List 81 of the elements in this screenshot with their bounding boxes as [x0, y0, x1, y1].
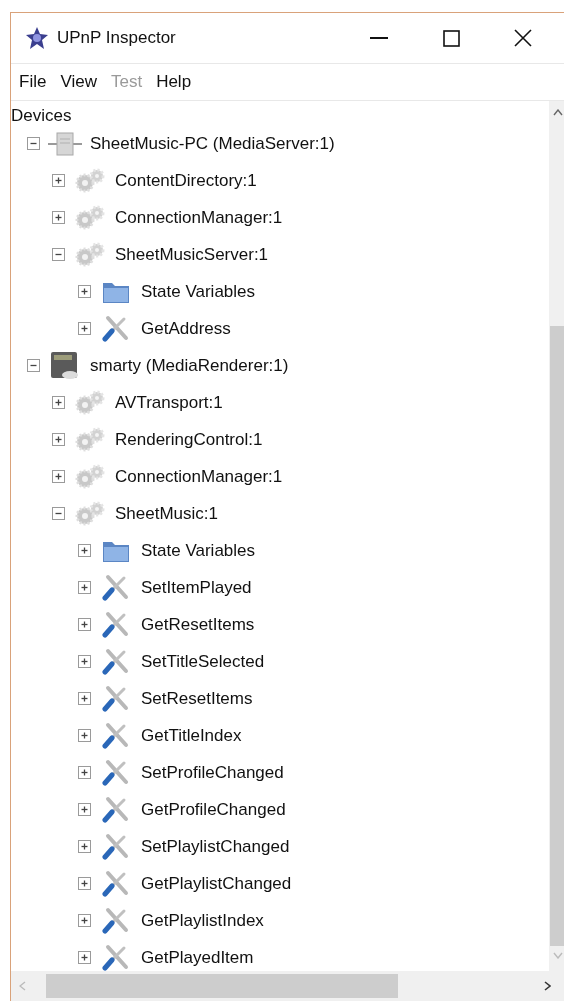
gears-icon — [74, 166, 106, 195]
tree-item[interactable]: ConnectionManager:1 — [115, 463, 283, 490]
expand-icon[interactable] — [78, 322, 91, 335]
expand-icon[interactable] — [52, 396, 65, 409]
scrollbar-thumb[interactable] — [550, 326, 564, 946]
window-title: UPnP Inspector — [57, 27, 176, 50]
tools-icon — [102, 314, 130, 343]
collapse-icon[interactable] — [27, 137, 40, 150]
expand-icon[interactable] — [78, 544, 91, 557]
tree-item[interactable]: State Variables — [141, 278, 256, 305]
gears-icon — [74, 203, 106, 232]
gears-icon — [74, 425, 106, 454]
tree-item[interactable]: State Variables — [141, 537, 256, 564]
tree-item[interactable]: GetPlayedItem — [141, 944, 254, 971]
tree-item[interactable]: GetResetItems — [141, 611, 255, 638]
vertical-scrollbar[interactable] — [549, 101, 564, 971]
tree-item[interactable]: SheetMusicServer:1 — [115, 241, 269, 268]
tree-item[interactable]: ContentDirectory:1 — [115, 167, 257, 194]
menu-item[interactable]: File — [13, 69, 53, 95]
gears-icon — [74, 462, 106, 491]
tools-icon — [102, 795, 130, 824]
expand-icon[interactable] — [78, 803, 91, 816]
expand-icon[interactable] — [78, 766, 91, 779]
horizontal-scrollbar[interactable] — [11, 971, 564, 1001]
tree-item[interactable]: smarty (MediaRenderer:1) — [90, 352, 289, 379]
expand-icon[interactable] — [52, 211, 65, 224]
tools-icon — [102, 869, 130, 898]
expand-icon[interactable] — [78, 285, 91, 298]
expand-icon[interactable] — [78, 581, 91, 594]
menu-item[interactable]: Help — [150, 69, 198, 95]
collapse-icon[interactable] — [52, 248, 65, 261]
tree-item[interactable]: GetPlaylistIndex — [141, 907, 264, 934]
app-logo-icon — [25, 26, 49, 50]
tools-icon — [102, 647, 130, 676]
tools-icon — [102, 832, 130, 861]
gears-icon — [74, 240, 106, 269]
expand-icon[interactable] — [52, 174, 65, 187]
expand-icon[interactable] — [78, 729, 91, 742]
tree-item[interactable]: SetPlaylistChanged — [141, 833, 290, 860]
tree-item[interactable]: ConnectionManager:1 — [115, 204, 283, 231]
tree-item[interactable]: SheetMusic-PC (MediaServer:1) — [90, 130, 335, 157]
tree-item[interactable]: SetProfileChanged — [141, 759, 284, 786]
scroll-right-icon[interactable] — [544, 981, 551, 991]
tools-icon — [102, 573, 130, 602]
tree-item[interactable]: GetTitleIndex — [141, 722, 242, 749]
expand-icon[interactable] — [78, 618, 91, 631]
tools-icon — [102, 721, 130, 750]
tree-item[interactable]: GetAddress — [141, 315, 231, 342]
tree-item[interactable]: SetTitleSelected — [141, 648, 265, 675]
tree-item[interactable]: SetResetItems — [141, 685, 253, 712]
tools-icon — [102, 758, 130, 787]
scroll-up-icon[interactable] — [553, 109, 563, 116]
media-player-icon — [50, 350, 80, 381]
tree-item[interactable]: RenderingControl:1 — [115, 426, 263, 453]
expand-icon[interactable] — [78, 877, 91, 890]
tree-item[interactable]: SetItemPlayed — [141, 574, 252, 601]
tools-icon — [102, 943, 130, 971]
tools-icon — [102, 906, 130, 935]
tree-heading: Devices — [11, 107, 73, 125]
expand-icon[interactable] — [78, 692, 91, 705]
tree-item[interactable]: AVTransport:1 — [115, 389, 223, 416]
expand-icon[interactable] — [78, 951, 91, 964]
tools-icon — [102, 610, 130, 639]
expand-icon[interactable] — [52, 470, 65, 483]
gears-icon — [74, 388, 106, 417]
maximize-icon[interactable] — [442, 29, 460, 47]
expand-icon[interactable] — [52, 433, 65, 446]
tree-item[interactable]: GetPlaylistChanged — [141, 870, 292, 897]
tree-item[interactable]: GetProfileChanged — [141, 796, 286, 823]
tree-item[interactable]: SheetMusic:1 — [115, 500, 218, 527]
tools-icon — [102, 684, 130, 713]
collapse-icon[interactable] — [27, 359, 40, 372]
expand-icon[interactable] — [78, 914, 91, 927]
server-icon — [48, 130, 82, 157]
collapse-icon[interactable] — [52, 507, 65, 520]
close-icon[interactable] — [514, 29, 532, 47]
expand-icon[interactable] — [78, 655, 91, 668]
gears-icon — [74, 499, 106, 528]
menu-item[interactable]: View — [54, 69, 103, 95]
scrollbar-thumb[interactable] — [46, 974, 398, 998]
expand-icon[interactable] — [78, 840, 91, 853]
